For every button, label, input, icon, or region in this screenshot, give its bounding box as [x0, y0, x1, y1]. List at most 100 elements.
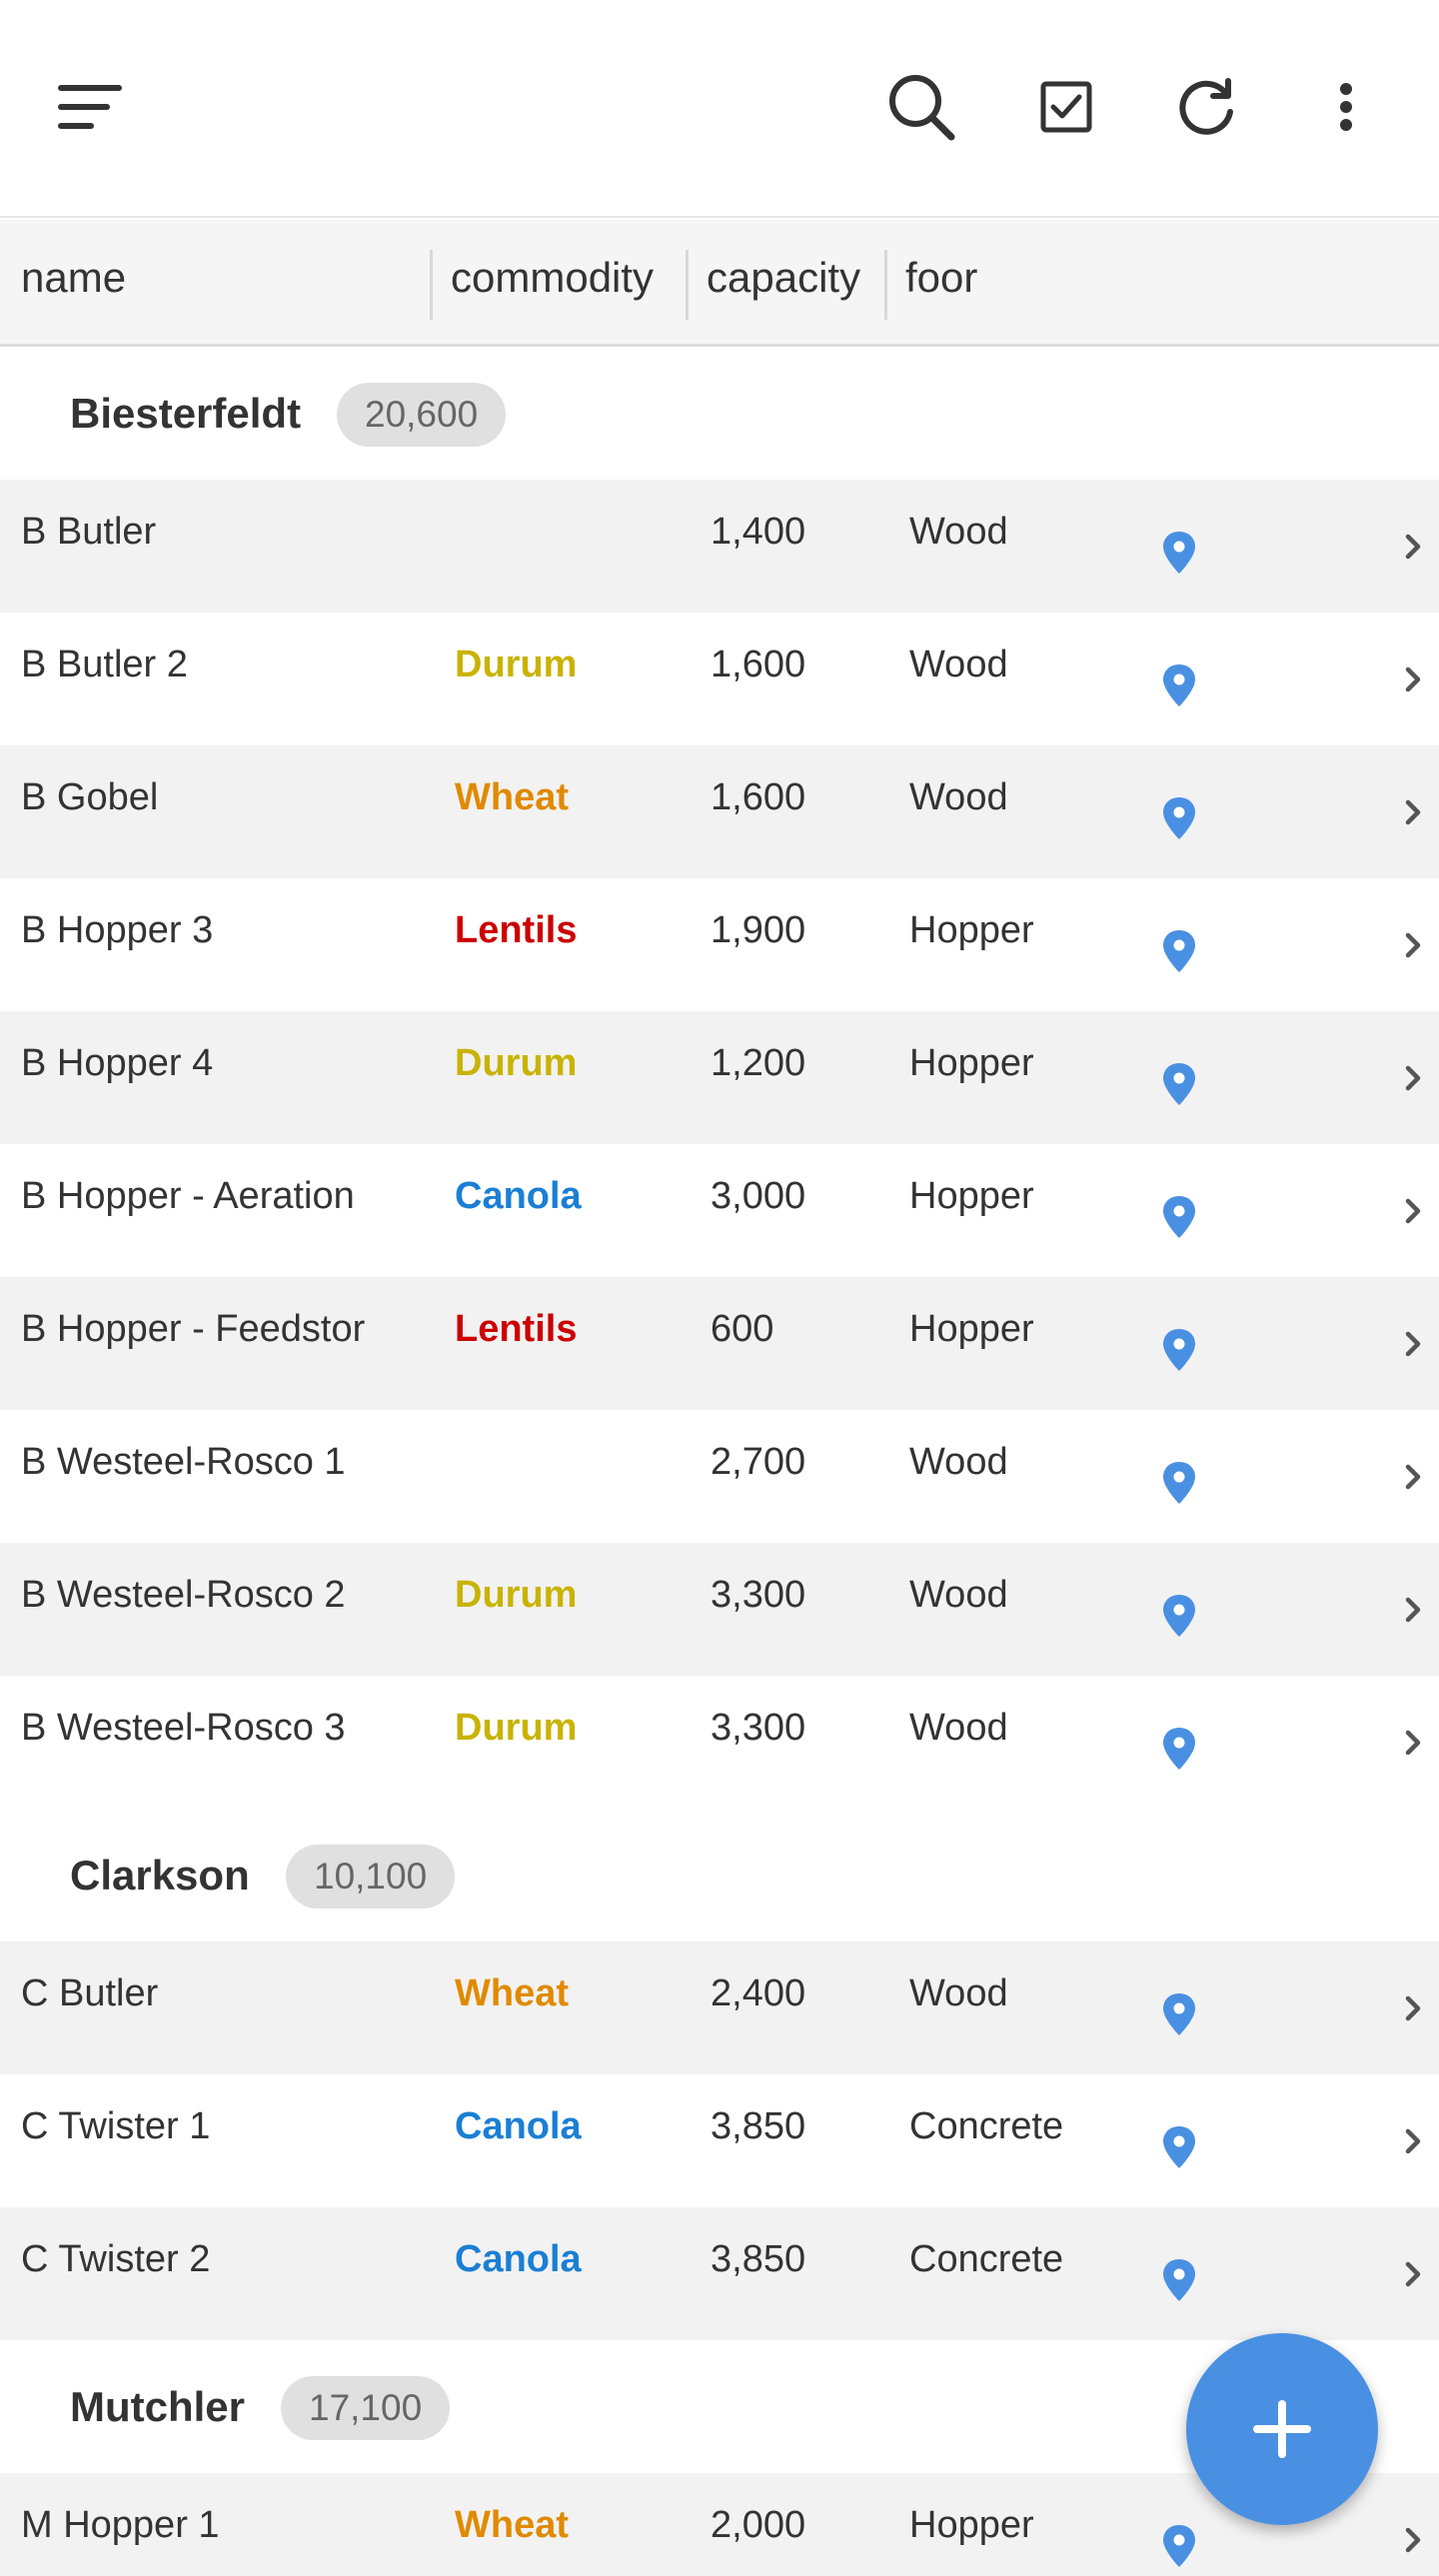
map-pin-icon[interactable]	[1159, 1061, 1199, 1107]
chevron-right-icon	[1403, 1329, 1423, 1359]
bin-commodity: Durum	[455, 1042, 578, 1084]
bin-floor: Wood	[909, 644, 1008, 685]
chevron-right-icon	[1403, 1993, 1423, 2023]
chevron-right-icon	[1403, 1728, 1423, 1758]
bin-floor: Wood	[909, 776, 1008, 818]
bin-name: C Butler	[21, 1972, 159, 2014]
sort-menu-icon	[58, 85, 122, 129]
column-header-name[interactable]: name	[21, 220, 126, 344]
select-mode-button[interactable]	[1018, 59, 1114, 155]
bin-floor: Wood	[909, 1574, 1008, 1616]
chevron-right-icon	[1403, 1595, 1423, 1625]
bin-row[interactable]: C Twister 2 Canola 3,850 Concrete	[0, 2207, 1439, 2340]
bin-floor: Hopper	[909, 1175, 1034, 1217]
group-name: Biesterfeldt	[70, 390, 302, 437]
map-pin-icon[interactable]	[1159, 1327, 1199, 1373]
map-pin-icon[interactable]	[1159, 1194, 1199, 1240]
top-toolbar	[0, 0, 1439, 218]
map-pin-icon[interactable]	[1159, 1991, 1199, 2037]
bin-name: B Gobel	[21, 776, 159, 818]
bin-commodity: Canola	[455, 2238, 582, 2280]
bin-row[interactable]: B Hopper 4 Durum 1,200 Hopper	[0, 1011, 1439, 1144]
bin-floor: Hopper	[909, 909, 1034, 951]
chevron-right-icon	[1403, 2126, 1423, 2156]
bin-commodity: Durum	[455, 1574, 578, 1616]
bin-name: B Westeel-Rosco 2	[21, 1574, 346, 1616]
bin-capacity: 3,300	[711, 1707, 806, 1749]
map-pin-icon[interactable]	[1159, 1726, 1199, 1772]
bin-commodity: Durum	[455, 644, 578, 685]
bin-capacity: 2,400	[711, 1972, 806, 2014]
column-divider[interactable]	[884, 250, 887, 320]
map-pin-icon[interactable]	[1159, 2257, 1199, 2303]
bin-commodity: Durum	[455, 1707, 578, 1749]
bin-floor: Concrete	[909, 2238, 1064, 2280]
bin-row[interactable]: C Butler Wheat 2,400 Wood	[0, 1941, 1439, 2074]
refresh-button[interactable]	[1159, 59, 1255, 155]
chevron-right-icon	[1403, 1196, 1423, 1226]
group-header: Clarkson 10,100	[0, 1809, 1439, 1941]
bin-floor: Wood	[909, 1441, 1008, 1483]
map-pin-icon[interactable]	[1159, 530, 1199, 576]
column-header-commodity[interactable]: commodity	[451, 220, 654, 344]
bin-capacity: 3,300	[711, 1574, 806, 1616]
group-name: Mutchler	[70, 2383, 246, 2430]
group-header: Biesterfeldt 20,600	[0, 347, 1439, 480]
bin-row[interactable]: B Hopper - Feedstor Lentils 600 Hopper	[0, 1277, 1439, 1410]
bin-capacity: 2,000	[711, 2504, 806, 2546]
bin-name: B Hopper - Feedstor	[21, 1308, 366, 1350]
column-divider[interactable]	[430, 250, 433, 320]
map-pin-icon[interactable]	[1159, 1593, 1199, 1639]
bin-name: B Hopper 4	[21, 1042, 214, 1084]
chevron-right-icon	[1403, 664, 1423, 694]
more-options-button[interactable]	[1298, 59, 1394, 155]
more-vert-icon	[1340, 83, 1352, 131]
map-pin-icon[interactable]	[1159, 1460, 1199, 1506]
column-divider[interactable]	[686, 250, 689, 320]
bin-commodity: Wheat	[455, 2504, 569, 2546]
add-bin-button[interactable]	[1186, 2333, 1378, 2525]
chevron-right-icon	[1403, 930, 1423, 960]
bin-row[interactable]: B Butler 2 Durum 1,600 Wood	[0, 613, 1439, 745]
bin-floor: Wood	[909, 511, 1008, 553]
bin-capacity: 3,850	[711, 2238, 806, 2280]
chevron-right-icon	[1403, 2259, 1423, 2289]
chevron-right-icon	[1403, 1462, 1423, 1492]
chevron-right-icon	[1403, 797, 1423, 827]
bin-row[interactable]: B Westeel-Rosco 2 Durum 3,300 Wood	[0, 1543, 1439, 1676]
map-pin-icon[interactable]	[1159, 795, 1199, 841]
bin-capacity: 1,400	[711, 511, 806, 553]
bin-list-screen: name commodity capacity foor Biesterfeld…	[0, 0, 1439, 2576]
bin-commodity: Canola	[455, 2105, 582, 2147]
map-pin-icon[interactable]	[1159, 2523, 1199, 2569]
group-total-badge: 20,600	[337, 383, 507, 447]
bin-row[interactable]: B Westeel-Rosco 1 2,700 Wood	[0, 1410, 1439, 1543]
bin-floor: Wood	[909, 1972, 1008, 2014]
bin-name: B Butler	[21, 511, 157, 553]
bin-capacity: 3,850	[711, 2105, 806, 2147]
bin-capacity: 1,200	[711, 1042, 806, 1084]
bin-row[interactable]: B Westeel-Rosco 3 Durum 3,300 Wood	[0, 1676, 1439, 1809]
group-total-badge: 10,100	[286, 1845, 456, 1909]
bin-name: C Twister 2	[21, 2238, 211, 2280]
bin-capacity: 3,000	[711, 1175, 806, 1217]
column-header-capacity[interactable]: capacity	[707, 220, 860, 344]
chevron-right-icon	[1403, 2525, 1423, 2555]
bin-row[interactable]: B Gobel Wheat 1,600 Wood	[0, 745, 1439, 878]
bin-floor: Concrete	[909, 2105, 1064, 2147]
search-icon	[889, 75, 955, 141]
bin-row[interactable]: B Hopper - Aeration Canola 3,000 Hopper	[0, 1144, 1439, 1277]
bin-commodity: Canola	[455, 1175, 582, 1217]
bin-row[interactable]: B Butler 1,400 Wood	[0, 480, 1439, 613]
search-button[interactable]	[873, 59, 969, 155]
chevron-right-icon	[1403, 1063, 1423, 1093]
map-pin-icon[interactable]	[1159, 662, 1199, 708]
bin-commodity: Wheat	[455, 776, 569, 818]
map-pin-icon[interactable]	[1159, 2124, 1199, 2170]
bin-row[interactable]: C Twister 1 Canola 3,850 Concrete	[0, 2074, 1439, 2207]
bin-row[interactable]: B Hopper 3 Lentils 1,900 Hopper	[0, 878, 1439, 1011]
map-pin-icon[interactable]	[1159, 928, 1199, 974]
sort-menu-button[interactable]	[42, 59, 138, 155]
column-header-floor[interactable]: foor	[905, 220, 977, 344]
checkbox-icon	[1040, 81, 1092, 133]
